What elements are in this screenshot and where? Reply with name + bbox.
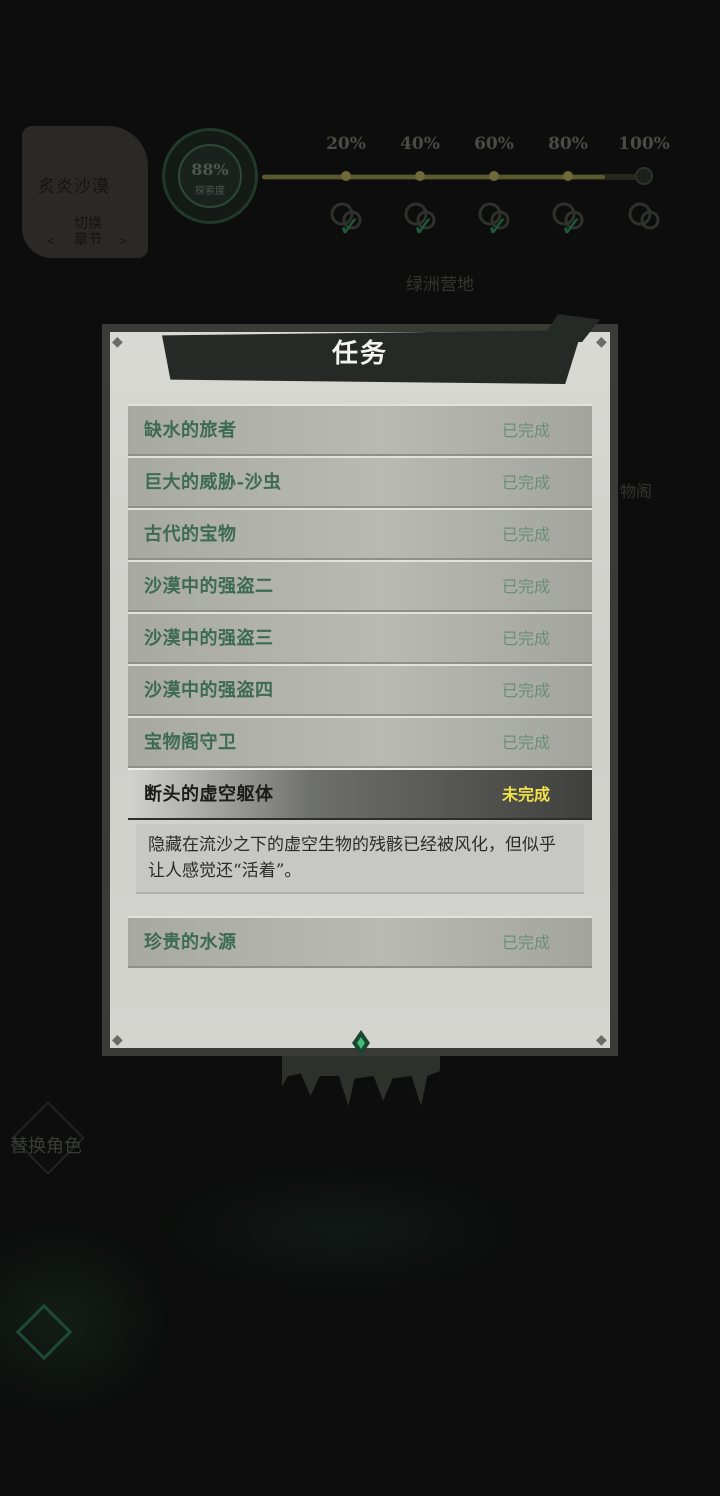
- milestone-node: [489, 171, 499, 181]
- milestone-node: [341, 171, 351, 181]
- quest-status: 已完成: [501, 525, 550, 544]
- corner-ornament-icon: ◆: [112, 1032, 123, 1048]
- chevron-right-icon[interactable]: >: [118, 234, 128, 248]
- milestone-label: 60%: [474, 134, 514, 154]
- reward-coin-icon[interactable]: ✓: [474, 198, 514, 243]
- quest-name: 珍贵的水源: [144, 932, 237, 953]
- quest-status: 已完成: [501, 733, 550, 752]
- quest-description: 隐藏在流沙之下的虚空生物的残骸已经被风化，但似乎让人感觉还“活着”。: [148, 835, 556, 881]
- reward-coin-icon[interactable]: ✓: [548, 198, 588, 243]
- quest-status: 已完成: [501, 629, 550, 648]
- quest-row[interactable]: 珍贵的水源 已完成: [128, 916, 592, 968]
- check-icon: ✓: [486, 210, 510, 243]
- quest-row[interactable]: 缺水的旅者 已完成: [128, 404, 592, 456]
- quest-status: 已完成: [501, 421, 550, 440]
- switch-chapter-button[interactable]: 切换 章节: [68, 216, 108, 248]
- quest-row[interactable]: 巨大的威胁-沙虫 已完成: [128, 456, 592, 508]
- milestone-node: [415, 171, 425, 181]
- milestone-label: 100%: [618, 134, 670, 154]
- reward-coin-icon[interactable]: ✓: [326, 198, 366, 243]
- exploration-percent: 88%: [191, 160, 229, 179]
- corner-ornament-icon: ◆: [596, 334, 607, 350]
- check-icon: ✓: [338, 210, 362, 243]
- milestone-label: 40%: [400, 134, 440, 154]
- region-label[interactable]: 绿洲营地: [390, 270, 490, 295]
- dialog-title: 任务: [331, 339, 388, 369]
- reward-item-icon[interactable]: [624, 198, 664, 242]
- quest-status: 已完成: [501, 933, 550, 952]
- quest-row[interactable]: 断头的虚空躯体 未完成: [128, 768, 592, 820]
- quest-name: 沙漠中的强盗三: [144, 628, 274, 649]
- milestone-label: 80%: [548, 134, 588, 154]
- quest-row[interactable]: 沙漠中的强盗三 已完成: [128, 612, 592, 664]
- milestone-node: [635, 167, 653, 185]
- quest-name: 巨大的威胁-沙虫: [144, 472, 282, 493]
- switch-role-button[interactable]: 替换角色: [10, 1132, 82, 1158]
- corner-ornament-icon: ◆: [112, 334, 123, 350]
- quest-row[interactable]: 古代的宝物 已完成: [128, 508, 592, 560]
- check-icon: ✓: [412, 210, 436, 243]
- quest-description-panel: 隐藏在流沙之下的虚空生物的残骸已经被风化，但似乎让人感觉还“活着”。: [136, 824, 584, 894]
- quest-list: 缺水的旅者 已完成 巨大的威胁-沙虫 已完成 古代的宝物 已完成 沙漠中的强盗二 已完成 沙漠中…: [128, 404, 592, 968]
- chevron-left-icon[interactable]: <: [46, 234, 56, 248]
- quest-row[interactable]: 宝物阁守卫 已完成: [128, 716, 592, 768]
- quest-row[interactable]: 沙漠中的强盗二 已完成: [128, 560, 592, 612]
- corner-ornament-icon: ◆: [596, 1032, 607, 1048]
- quest-row[interactable]: 沙漠中的强盗四 已完成: [128, 664, 592, 716]
- check-icon: ✓: [560, 210, 584, 243]
- map-side-label[interactable]: 物阁: [620, 478, 652, 502]
- quest-status: 未完成: [501, 785, 550, 804]
- quest-name: 宝物阁守卫: [144, 732, 237, 753]
- chapter-title: 炙炎沙漠: [38, 177, 110, 197]
- quest-status: 已完成: [501, 473, 550, 492]
- quest-name: 沙漠中的强盗二: [144, 576, 274, 597]
- reward-coin-icon[interactable]: ✓: [400, 198, 440, 243]
- quest-name: 沙漠中的强盗四: [144, 680, 274, 701]
- milestone-label: 20%: [326, 134, 366, 154]
- milestone-node: [563, 171, 573, 181]
- quest-name: 古代的宝物: [144, 524, 237, 545]
- quest-name: 缺水的旅者: [144, 420, 237, 441]
- quest-status: 已完成: [501, 577, 550, 596]
- exploration-label: 探索度: [195, 186, 225, 197]
- progress-track-fill: [262, 175, 605, 179]
- quest-name: 断头的虚空躯体: [144, 784, 274, 805]
- quest-status: 已完成: [501, 681, 550, 700]
